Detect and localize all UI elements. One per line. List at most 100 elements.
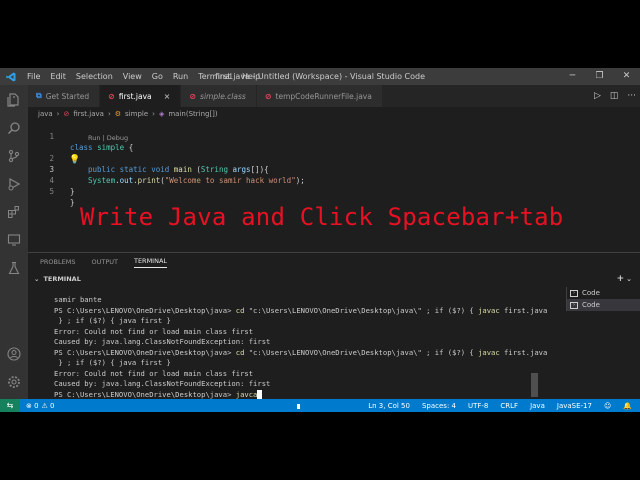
terminal-section-header[interactable]: ⌄ TERMINAL + ⌄ xyxy=(28,272,640,285)
feedback-icon[interactable]: ☺ xyxy=(604,402,611,410)
tab-output[interactable]: OUTPUT xyxy=(91,258,118,266)
terminal-args: "c:\Users\LENOVO\OneDrive\Desktop\java\"… xyxy=(244,347,479,357)
line-number: 1 xyxy=(49,132,54,141)
menu-file[interactable]: File xyxy=(22,72,45,81)
terminal-line: PS C:\Users\LENOVO\OneDrive\Desktop\java… xyxy=(54,306,559,317)
menu-help[interactable]: Help xyxy=(237,72,265,81)
close-window-button[interactable]: ✕ xyxy=(613,68,640,85)
terminal-command: javac xyxy=(478,305,500,315)
menu-selection[interactable]: Selection xyxy=(71,72,118,81)
mouse-pointer xyxy=(297,404,300,409)
line-ending[interactable]: CRLF xyxy=(500,402,518,410)
encoding[interactable]: UTF-8 xyxy=(468,402,488,410)
testing-icon[interactable] xyxy=(6,260,22,276)
java-runtime[interactable]: JavaSE-17 xyxy=(557,402,592,410)
panel-tabs: PROBLEMS OUTPUT TERMINAL xyxy=(28,253,168,271)
code-line: 4 } xyxy=(28,164,74,196)
terminal-line: Caused by: java.lang.ClassNotFoundExcept… xyxy=(54,379,271,388)
error-count: ⊗ 0 xyxy=(26,401,39,410)
code-editor[interactable]: 1 class simple { Run | Debug 2 public st… xyxy=(28,120,640,260)
status-right: Ln 3, Col 50 Spaces: 4 UTF-8 CRLF Java J… xyxy=(368,399,632,412)
lightbulb-icon[interactable]: 💡 xyxy=(69,155,80,165)
menu-run[interactable]: Run xyxy=(168,72,193,81)
close-tab-icon[interactable]: × xyxy=(164,92,171,101)
settings-gear-icon[interactable] xyxy=(6,374,22,390)
param-name: args xyxy=(232,165,251,174)
menu-terminal[interactable]: Terminal xyxy=(193,72,237,81)
code-text: []){ xyxy=(250,165,269,174)
terminal-scrollbar[interactable] xyxy=(531,373,538,397)
editor-tabs: ⧉ Get Started ⊘ first.java × ⊘ simple.cl… xyxy=(28,85,640,107)
remote-explorer-icon[interactable] xyxy=(6,232,22,248)
class-name: simple xyxy=(97,143,125,152)
cursor-position[interactable]: Ln 3, Col 50 xyxy=(368,402,410,410)
breadcrumb-class[interactable]: simple xyxy=(125,110,148,118)
terminal-icon: › xyxy=(570,301,578,309)
terminal-dropdown-icon[interactable]: ⌄ xyxy=(626,275,632,283)
line-number: 5 xyxy=(49,187,54,196)
tab-get-started[interactable]: ⧉ Get Started xyxy=(28,85,101,107)
tab-label: first.java xyxy=(118,91,152,101)
vscode-logo-icon xyxy=(0,72,22,82)
indentation[interactable]: Spaces: 4 xyxy=(422,402,456,410)
tab-temp-code-runner[interactable]: ⊘ tempCodeRunnerFile.java xyxy=(256,85,383,107)
terminal-output[interactable]: samir bante PS C:\Users\LENOVO\OneDrive\… xyxy=(54,295,559,400)
menu-go[interactable]: Go xyxy=(147,72,168,81)
tab-terminal[interactable]: TERMINAL xyxy=(133,257,168,268)
split-editor-icon[interactable]: ◫ xyxy=(610,91,619,101)
vscode-window: File Edit Selection View Go Run Terminal… xyxy=(0,68,640,412)
menu-edit[interactable]: Edit xyxy=(45,72,71,81)
terminal-line: Error: Could not find or load main class… xyxy=(54,326,254,336)
menu-view[interactable]: View xyxy=(118,72,147,81)
new-terminal-icon[interactable]: + xyxy=(617,274,625,284)
code-line: 2 public static void main (String args[]… xyxy=(28,142,268,174)
editor-actions: ▷ ◫ ··· xyxy=(594,85,636,107)
breadcrumb: java › ⊘ first.java › ⚙ simple › ◈ main(… xyxy=(28,107,640,120)
remote-indicator-icon[interactable]: ⇆ xyxy=(0,399,20,412)
terminal-name: Code xyxy=(582,289,600,297)
tab-simple-class[interactable]: ⊘ simple.class xyxy=(181,85,257,107)
chevron-right-icon: › xyxy=(107,109,111,118)
search-icon[interactable] xyxy=(6,120,22,136)
chevron-right-icon: › xyxy=(56,109,60,118)
run-debug-icon[interactable] xyxy=(6,176,22,192)
terminal-actions: + ⌄ xyxy=(617,272,632,285)
language-mode[interactable]: Java xyxy=(530,402,545,410)
restore-button[interactable]: ❐ xyxy=(586,68,613,85)
terminal-instance[interactable]: › Code xyxy=(567,299,640,311)
explorer-icon[interactable] xyxy=(6,92,22,108)
type-name: String xyxy=(200,165,228,174)
string-literal: "Welcome to samir hack world" xyxy=(164,176,296,185)
more-actions-icon[interactable]: ··· xyxy=(627,91,636,101)
menu-bar: File Edit Selection View Go Run Terminal… xyxy=(22,72,265,81)
breadcrumb-file[interactable]: first.java xyxy=(73,110,104,118)
chevron-right-icon: › xyxy=(152,109,155,118)
terminal-prompt: PS C:\Users\LENOVO\OneDrive\Desktop\java… xyxy=(54,389,236,399)
account-icon[interactable] xyxy=(6,346,22,362)
code-text: { xyxy=(124,143,134,152)
section-title: TERMINAL xyxy=(43,274,81,283)
tab-first-java[interactable]: ⊘ first.java × xyxy=(100,85,182,107)
vscode-icon: ⧉ xyxy=(36,91,42,100)
terminal-line: } ; if ($?) { java first } xyxy=(54,316,171,325)
codelens-run-debug[interactable]: Run | Debug xyxy=(88,134,128,142)
code-text: ); xyxy=(295,176,305,185)
terminal-instance[interactable]: › Code xyxy=(567,287,640,299)
java-icon: ⊘ xyxy=(63,109,70,118)
tab-problems[interactable]: PROBLEMS xyxy=(40,258,75,266)
problems-status[interactable]: ⊗ 0 ⚠ 0 xyxy=(20,402,55,410)
terminal-icon: › xyxy=(570,289,578,297)
title-bar: File Edit Selection View Go Run Terminal… xyxy=(0,68,640,85)
terminal-line: } ; if ($?) { java first } xyxy=(54,358,171,367)
terminal-args: first.java xyxy=(499,305,548,315)
notifications-icon[interactable]: 🔔 xyxy=(623,402,632,410)
terminal-line: Error: Could not find or load main class… xyxy=(54,368,254,378)
breadcrumb-folder[interactable]: java xyxy=(38,110,53,118)
source-control-icon[interactable] xyxy=(6,148,22,164)
code-line: 3 System.out.print("Welcome to samir hac… xyxy=(28,153,304,185)
run-file-icon[interactable]: ▷ xyxy=(594,91,601,101)
window-controls: ─ ❐ ✕ xyxy=(559,68,640,85)
breadcrumb-method[interactable]: main(String[]) xyxy=(168,110,217,118)
minimize-button[interactable]: ─ xyxy=(559,68,586,85)
extensions-icon[interactable] xyxy=(6,204,22,220)
